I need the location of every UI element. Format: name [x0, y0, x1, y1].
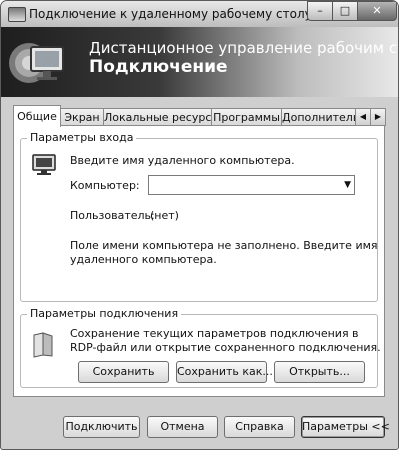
- tab-scroll-left-icon[interactable]: ◀: [355, 108, 371, 126]
- connection-desc-line2: RDP-файл или открытие сохраненного подкл…: [70, 341, 381, 354]
- computer-label: Компьютер:: [70, 179, 140, 192]
- title-bar[interactable]: Подключение к удаленному рабочему столу …: [1, 1, 398, 27]
- banner-subtitle: Дистанционное управление рабочим столом: [89, 39, 398, 57]
- maximize-button[interactable]: □: [332, 1, 358, 21]
- computer-prompt: Введите имя удаленного компьютера.: [70, 154, 295, 167]
- tab-general[interactable]: Общие: [13, 105, 61, 127]
- save-button[interactable]: Сохранить: [78, 361, 169, 383]
- window-title: Подключение к удаленному рабочему столу: [29, 7, 312, 21]
- connection-group-title: Параметры подключения: [27, 307, 182, 320]
- cancel-button[interactable]: Отмена: [147, 416, 218, 438]
- computer-icon: [32, 154, 56, 175]
- tab-panel-general: Параметры входа Введите имя удаленного к…: [13, 125, 385, 397]
- tab-programs[interactable]: Программы: [211, 108, 282, 126]
- tab-display[interactable]: Экран: [60, 108, 104, 126]
- open-button[interactable]: Открыть...: [274, 361, 365, 383]
- tab-strip: Общие Экран Локальные ресурсы Программы …: [13, 105, 386, 127]
- close-button[interactable]: ✕: [357, 1, 397, 21]
- save-as-button[interactable]: Сохранить как...: [176, 361, 273, 383]
- login-settings-group: Параметры входа Введите имя удаленного к…: [20, 131, 378, 302]
- connection-settings-group: Параметры подключения Сохранение текущих…: [20, 307, 381, 388]
- status-message-line2: удаленного компьютера.: [70, 253, 217, 266]
- minimize-button[interactable]: –: [307, 1, 333, 21]
- banner-title: Подключение: [89, 57, 228, 77]
- user-value: (нет): [150, 209, 179, 222]
- tab-scroll-right-icon[interactable]: ▶: [370, 108, 386, 126]
- login-group-title: Параметры входа: [27, 131, 137, 144]
- remote-desktop-logo-icon: [9, 43, 64, 83]
- status-message-line1: Поле имени компьютера не заполнено. Введ…: [70, 239, 378, 252]
- chevron-down-icon[interactable]: ▼: [344, 180, 351, 190]
- folder-icon: [33, 332, 53, 358]
- rdp-window: Подключение к удаленному рабочему столу …: [0, 0, 399, 450]
- tab-local-resources[interactable]: Локальные ресурсы: [103, 108, 212, 126]
- header-banner: Дистанционное управление рабочим столом …: [1, 27, 398, 97]
- computer-combobox[interactable]: ▼: [148, 175, 355, 195]
- connect-button[interactable]: Подключить: [63, 416, 140, 438]
- tab-advanced[interactable]: Дополнительно: [281, 108, 357, 126]
- help-button[interactable]: Справка: [224, 416, 295, 438]
- options-button[interactable]: Параметры <<: [301, 416, 390, 438]
- connection-desc-line1: Сохранение текущих параметров подключени…: [70, 327, 359, 340]
- user-label: Пользователь:: [70, 209, 155, 222]
- remote-desktop-app-icon: [8, 7, 26, 22]
